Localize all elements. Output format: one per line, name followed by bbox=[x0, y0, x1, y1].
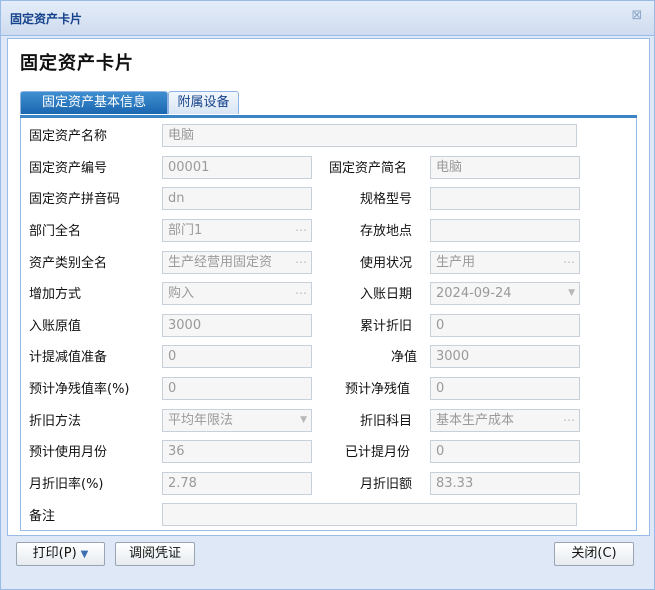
original-value-label: 入账原值 bbox=[29, 319, 82, 334]
print-button[interactable]: 打印(P) ▼ bbox=[16, 542, 105, 566]
asset-pinyin-label: 固定资产拼音码 bbox=[29, 192, 121, 207]
close-icon[interactable]: ⊠ bbox=[630, 9, 644, 23]
page-title: 固定资产卡片 bbox=[20, 53, 134, 74]
title-bar[interactable]: 固定资产卡片 ⊠ bbox=[1, 1, 654, 36]
asset-name-field[interactable]: 电脑 bbox=[162, 124, 577, 147]
dep-account-label: 折旧科目 bbox=[360, 414, 413, 429]
dept-value: 部门1 bbox=[168, 223, 203, 238]
ellipsis-icon[interactable]: ⋯ bbox=[563, 252, 575, 273]
add-method-label: 增加方式 bbox=[29, 287, 82, 302]
dep-method-value: 平均年限法 bbox=[168, 413, 234, 428]
tab-basic-info[interactable]: 固定资产基本信息 bbox=[20, 91, 168, 114]
spec-field[interactable] bbox=[430, 187, 580, 210]
remark-label: 备注 bbox=[29, 509, 56, 524]
monthly-amount-field[interactable]: 83.33 bbox=[430, 472, 580, 495]
add-method-value: 购入 bbox=[168, 286, 195, 301]
spec-label: 规格型号 bbox=[360, 192, 413, 207]
category-label: 资产类别全名 bbox=[29, 256, 108, 271]
entry-date-label: 入账日期 bbox=[360, 287, 413, 302]
chevron-down-icon[interactable]: ▼ bbox=[568, 283, 575, 304]
asset-pinyin-field[interactable]: dn bbox=[162, 187, 312, 210]
dep-account-value: 基本生产成本 bbox=[436, 413, 515, 428]
dep-months-label: 已计提月份 bbox=[345, 445, 411, 460]
location-label: 存放地点 bbox=[360, 224, 413, 239]
dialog-body: 固定资产卡片 固定资产基本信息 附属设备 固定资产名称 电脑 固定资产编号 00… bbox=[7, 38, 650, 536]
asset-shortname-field[interactable]: 电脑 bbox=[430, 156, 580, 179]
add-method-field[interactable]: 购入 ⋯ bbox=[162, 282, 312, 305]
chevron-down-icon[interactable]: ▼ bbox=[300, 410, 307, 431]
entry-date-field[interactable]: 2024-09-24 ▼ bbox=[430, 282, 580, 305]
asset-code-label: 固定资产编号 bbox=[29, 161, 108, 176]
remark-field[interactable] bbox=[162, 503, 577, 526]
dept-label: 部门全名 bbox=[29, 224, 82, 239]
life-months-label: 预计使用月份 bbox=[29, 445, 108, 460]
life-months-field[interactable]: 36 bbox=[162, 440, 312, 463]
impairment-label: 计提减值准备 bbox=[29, 350, 108, 365]
basic-info-panel: 固定资产名称 电脑 固定资产编号 00001 固定资产简名 电脑 固定资产拼音码… bbox=[20, 118, 637, 531]
asset-name-label: 固定资产名称 bbox=[29, 129, 108, 144]
ellipsis-icon[interactable]: ⋯ bbox=[295, 283, 307, 304]
original-value-field[interactable]: 3000 bbox=[162, 314, 312, 337]
monthly-rate-field[interactable]: 2.78 bbox=[162, 472, 312, 495]
monthly-amount-label: 月折旧额 bbox=[360, 477, 413, 492]
residual-field[interactable]: 0 bbox=[430, 377, 580, 400]
net-value-field[interactable]: 3000 bbox=[430, 345, 580, 368]
ellipsis-icon[interactable]: ⋯ bbox=[293, 252, 307, 273]
acc-dep-field[interactable]: 0 bbox=[430, 314, 580, 337]
entry-date-value: 2024-09-24 bbox=[436, 286, 512, 301]
dept-field[interactable]: 部门1 ⋯ bbox=[162, 219, 312, 242]
dep-months-field[interactable]: 0 bbox=[430, 440, 580, 463]
ellipsis-icon[interactable]: ⋯ bbox=[563, 410, 575, 431]
ellipsis-icon[interactable]: ⋯ bbox=[295, 220, 307, 241]
usage-label: 使用状况 bbox=[360, 256, 413, 271]
dep-method-label: 折旧方法 bbox=[29, 414, 82, 429]
category-value: 生产经营用固定资 bbox=[168, 255, 273, 270]
asset-code-field[interactable]: 00001 bbox=[162, 156, 312, 179]
tab-accessories[interactable]: 附属设备 bbox=[168, 91, 239, 114]
monthly-rate-label: 月折旧率(%) bbox=[29, 477, 104, 492]
impairment-field[interactable]: 0 bbox=[162, 345, 312, 368]
category-field[interactable]: 生产经营用固定资 ⋯ bbox=[162, 251, 312, 274]
net-value-label: 净值 bbox=[391, 350, 418, 365]
location-field[interactable] bbox=[430, 219, 580, 242]
chevron-down-icon: ▼ bbox=[80, 549, 89, 560]
acc-dep-label: 累计折旧 bbox=[360, 319, 413, 334]
usage-field[interactable]: 生产用 ⋯ bbox=[430, 251, 580, 274]
window-title: 固定资产卡片 bbox=[10, 12, 83, 26]
close-button[interactable]: 关闭(C) bbox=[554, 542, 634, 566]
dep-account-field[interactable]: 基本生产成本 ⋯ bbox=[430, 409, 580, 432]
dep-method-field[interactable]: 平均年限法 ▼ bbox=[162, 409, 312, 432]
residual-rate-label: 预计净残值率(%) bbox=[29, 382, 130, 397]
print-label: 打印(P) bbox=[32, 546, 77, 561]
residual-rate-field[interactable]: 0 bbox=[162, 377, 312, 400]
residual-label: 预计净残值 bbox=[345, 382, 411, 397]
asset-shortname-label: 固定资产简名 bbox=[329, 161, 408, 176]
asset-card-window: 固定资产卡片 ⊠ 固定资产卡片 固定资产基本信息 附属设备 固定资产名称 电脑 … bbox=[0, 0, 655, 590]
footer-bar: 打印(P) ▼ 调阅凭证 关闭(C) bbox=[1, 536, 654, 589]
view-voucher-button[interactable]: 调阅凭证 bbox=[115, 542, 195, 566]
usage-value: 生产用 bbox=[436, 255, 476, 270]
